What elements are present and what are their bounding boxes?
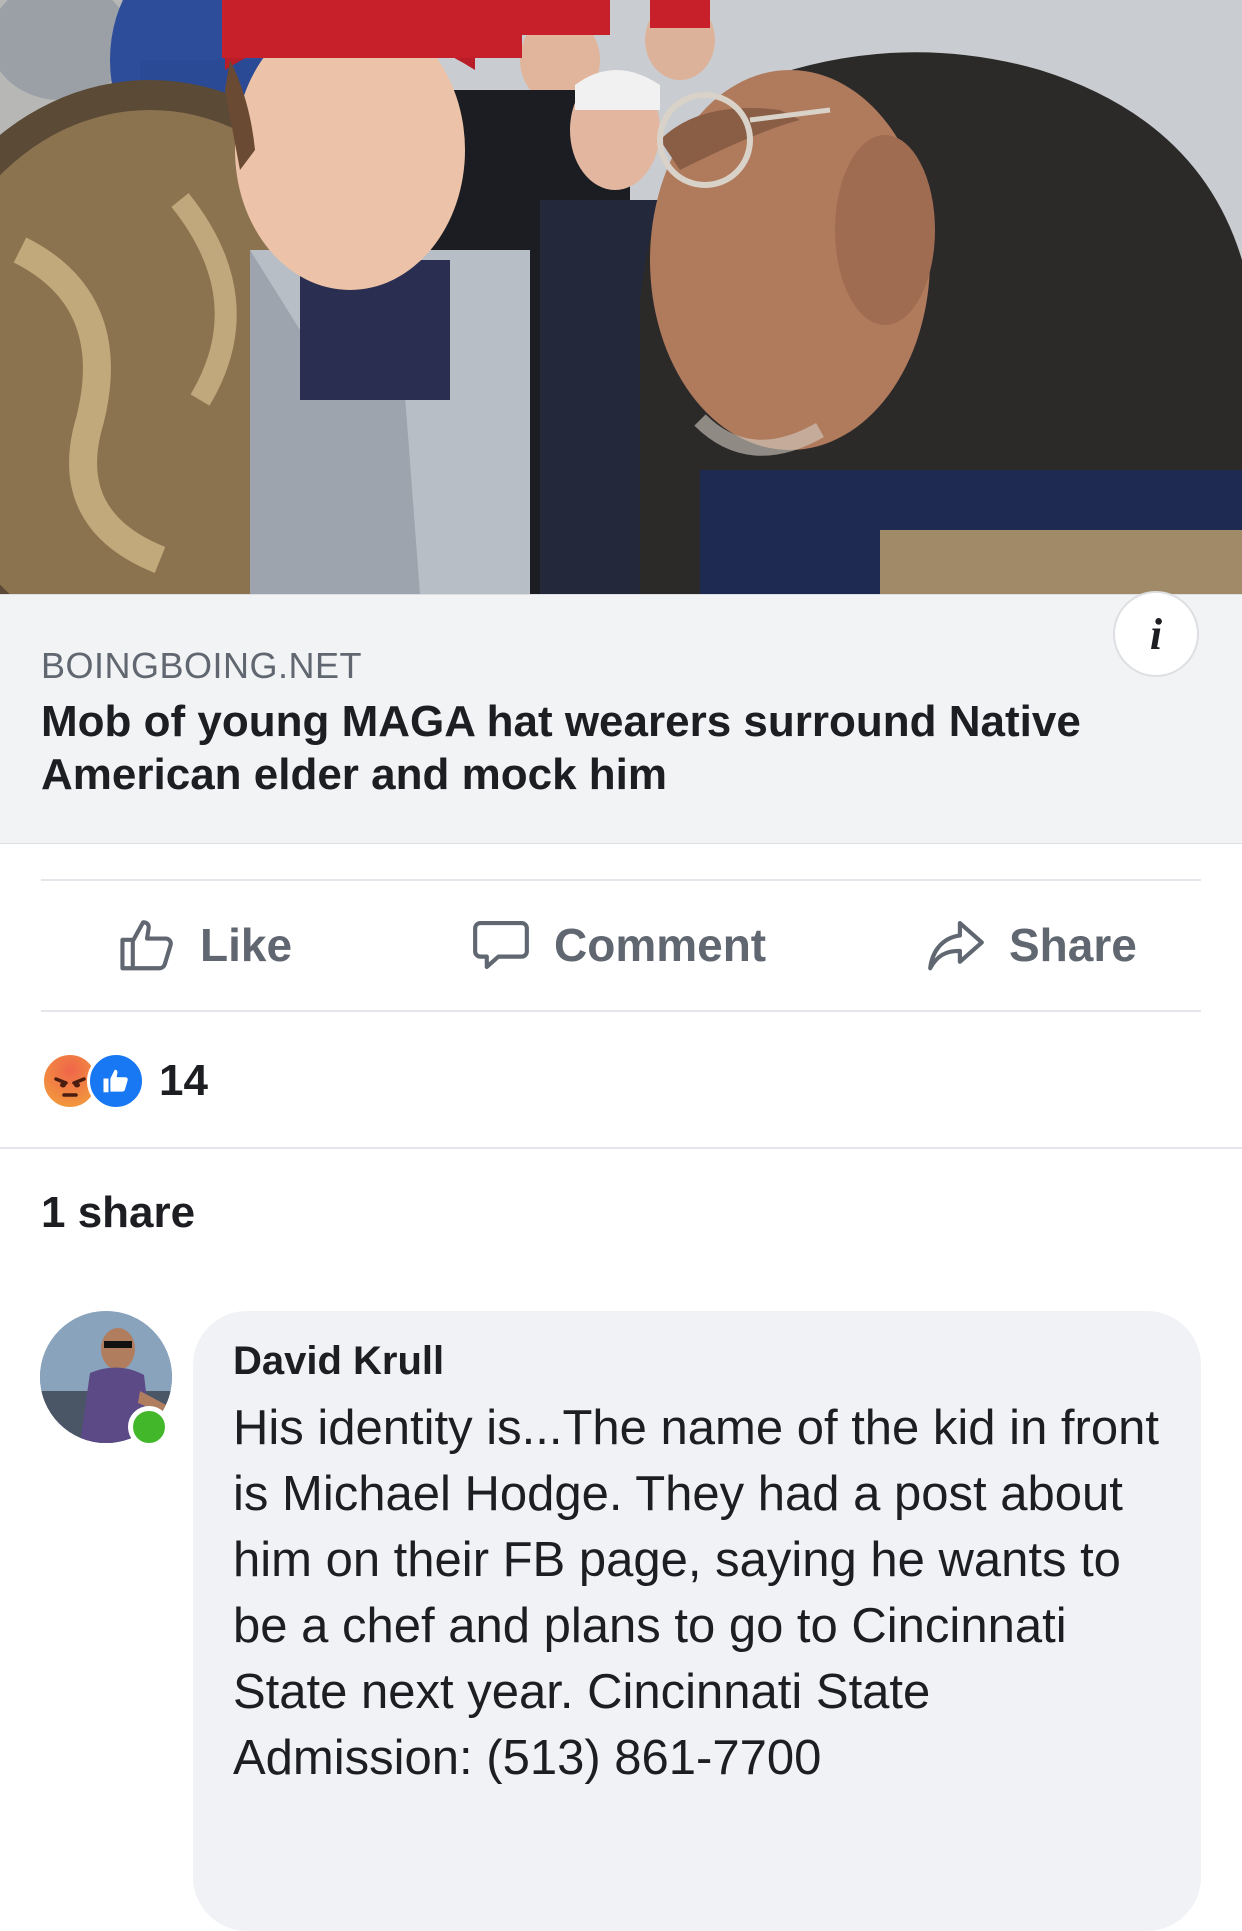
- info-icon[interactable]: i: [1113, 591, 1199, 677]
- like-label: Like: [200, 919, 293, 971]
- online-status-indicator: [128, 1406, 170, 1448]
- like-reaction-icon: [87, 1052, 145, 1110]
- action-bar: Like Comment Share: [41, 880, 1201, 1010]
- comment-label: Comment: [554, 919, 767, 971]
- share-arrow-icon: [928, 920, 984, 971]
- share-button[interactable]: Share: [925, 880, 1137, 1010]
- link-preview-image[interactable]: [0, 0, 1242, 594]
- link-preview-card[interactable]: BOINGBOING.NET Mob of young MAGA hat wea…: [0, 594, 1242, 844]
- like-button[interactable]: Like: [116, 880, 292, 1010]
- commenter-avatar[interactable]: [40, 1311, 172, 1448]
- share-count[interactable]: 1 share: [41, 1188, 195, 1238]
- reactions-summary[interactable]: 14: [41, 1052, 208, 1110]
- comment-text: His identity is...The name of the kid in…: [233, 1401, 1159, 1785]
- comment-button[interactable]: Comment: [470, 880, 766, 1010]
- thumbs-up-filled-icon: [103, 1069, 128, 1093]
- thumbs-up-icon: [120, 920, 173, 971]
- comment-icon: [473, 920, 529, 970]
- reactions-divider: [0, 1147, 1242, 1149]
- action-bar-bottom-divider: [41, 1010, 1201, 1012]
- share-label: Share: [1009, 919, 1137, 971]
- info-icon-glyph: i: [1149, 609, 1163, 659]
- comment-bubble[interactable]: David Krull His identity is...The name o…: [193, 1311, 1201, 1931]
- commenter-name[interactable]: David Krull: [233, 1339, 444, 1384]
- preview-photo-graphic: [0, 0, 1242, 594]
- reaction-count: 14: [159, 1056, 208, 1105]
- link-title[interactable]: Mob of young MAGA hat wearers surround N…: [41, 695, 1161, 801]
- link-domain: BOINGBOING.NET: [41, 645, 363, 686]
